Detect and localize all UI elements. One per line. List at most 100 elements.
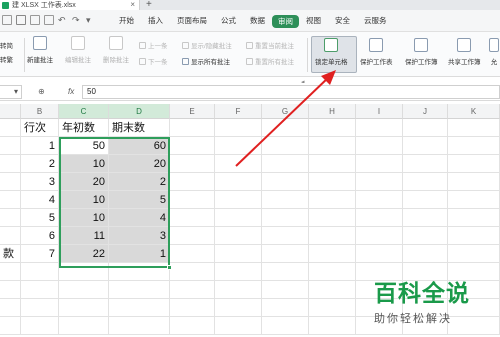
menu-tab[interactable]: 视图 bbox=[299, 10, 328, 32]
grid-cell[interactable] bbox=[448, 191, 500, 209]
column-header[interactable]: D bbox=[109, 104, 170, 119]
grid-cell[interactable]: 2 bbox=[21, 155, 59, 173]
menu-tab[interactable]: 安全 bbox=[328, 10, 357, 32]
header-cell-opening[interactable]: 年初数 bbox=[59, 119, 109, 137]
grid-cell[interactable] bbox=[170, 299, 215, 317]
grid-cell[interactable]: 10 bbox=[59, 155, 109, 173]
grid-cell[interactable]: 22 bbox=[59, 245, 109, 263]
grid-cell[interactable] bbox=[215, 263, 262, 281]
menu-tab[interactable]: 公式 bbox=[214, 10, 243, 32]
new-comment-button[interactable]: 新建批注 bbox=[27, 36, 53, 64]
name-box[interactable]: ▾ bbox=[0, 85, 22, 99]
grid-cell[interactable] bbox=[59, 317, 109, 335]
grid-cell[interactable] bbox=[262, 281, 309, 299]
grid-cell[interactable] bbox=[0, 299, 21, 317]
zoom-icon[interactable]: ⊕ bbox=[38, 86, 45, 98]
grid-cell[interactable] bbox=[309, 119, 356, 137]
grid-cell[interactable] bbox=[0, 263, 21, 281]
grid-cell[interactable] bbox=[262, 263, 309, 281]
print-icon[interactable] bbox=[30, 15, 40, 25]
grid-cell[interactable] bbox=[309, 209, 356, 227]
grid-cell[interactable]: 60 bbox=[109, 137, 170, 155]
allow-edit-ranges-button[interactable]: 允 bbox=[489, 38, 499, 66]
share-workbook-button[interactable]: 共享工作簿 bbox=[448, 38, 481, 66]
redo-icon[interactable]: ↷ bbox=[72, 15, 82, 25]
grid-cell[interactable] bbox=[356, 119, 403, 137]
grid-cell[interactable] bbox=[356, 173, 403, 191]
grid-cell[interactable]: 50 bbox=[59, 137, 109, 155]
grid-cell[interactable] bbox=[215, 119, 262, 137]
grid-cell[interactable] bbox=[309, 299, 356, 317]
grid-cell[interactable] bbox=[109, 299, 170, 317]
column-header[interactable]: J bbox=[403, 104, 448, 119]
menu-tab[interactable]: 云服务 bbox=[357, 10, 394, 32]
grid-cell[interactable] bbox=[21, 299, 59, 317]
grid-cell[interactable] bbox=[262, 119, 309, 137]
column-header[interactable]: G bbox=[262, 104, 309, 119]
grid-cell[interactable] bbox=[448, 245, 500, 263]
grid-cell[interactable] bbox=[0, 209, 21, 227]
grid-cell[interactable] bbox=[356, 209, 403, 227]
grid-cell[interactable]: 10 bbox=[59, 209, 109, 227]
edit-comment-button[interactable]: 编辑批注 bbox=[65, 36, 91, 64]
undo-icon[interactable]: ↶ bbox=[58, 15, 68, 25]
protect-workbook-button[interactable]: 保护工作簿 bbox=[405, 38, 438, 66]
grid-cell[interactable] bbox=[59, 281, 109, 299]
customize-dropdown-icon[interactable]: ▾ bbox=[86, 15, 96, 25]
grid-cell[interactable] bbox=[170, 119, 215, 137]
grid-cell[interactable] bbox=[59, 263, 109, 281]
convert-simplified-button[interactable]: 转简 bbox=[0, 40, 13, 54]
protect-sheet-button[interactable]: 保护工作表 bbox=[360, 38, 393, 66]
delete-comment-button[interactable]: 删除批注 bbox=[103, 36, 129, 64]
print-preview-icon[interactable] bbox=[44, 15, 54, 25]
grid-cell[interactable] bbox=[215, 281, 262, 299]
grid-cell[interactable]: 1 bbox=[21, 137, 59, 155]
grid-cell[interactable] bbox=[309, 173, 356, 191]
grid-cell[interactable] bbox=[170, 155, 215, 173]
grid-cell[interactable]: 20 bbox=[59, 173, 109, 191]
grid-cell[interactable] bbox=[448, 155, 500, 173]
grid-cell[interactable] bbox=[170, 245, 215, 263]
grid-cell[interactable] bbox=[309, 281, 356, 299]
grid-cell[interactable] bbox=[262, 245, 309, 263]
column-header[interactable]: H bbox=[309, 104, 356, 119]
grid-cell[interactable] bbox=[0, 137, 21, 155]
column-header[interactable]: F bbox=[215, 104, 262, 119]
grid-cell[interactable] bbox=[170, 317, 215, 335]
grid-cell[interactable] bbox=[262, 137, 309, 155]
column-header[interactable]: B bbox=[21, 104, 59, 119]
grid-cell[interactable]: 4 bbox=[21, 191, 59, 209]
grid-cell[interactable] bbox=[403, 173, 448, 191]
grid-cell[interactable] bbox=[403, 119, 448, 137]
grid-cell[interactable] bbox=[215, 191, 262, 209]
grid-cell[interactable] bbox=[0, 191, 21, 209]
grid-cell[interactable] bbox=[215, 317, 262, 335]
grid-cell[interactable] bbox=[309, 191, 356, 209]
grid-cell[interactable] bbox=[262, 317, 309, 335]
grid-cell[interactable] bbox=[309, 155, 356, 173]
menu-tab[interactable]: 审阅 bbox=[272, 14, 299, 28]
insert-function-button[interactable]: fx bbox=[68, 86, 74, 98]
fill-handle[interactable] bbox=[167, 265, 172, 270]
grid-cell[interactable] bbox=[448, 173, 500, 191]
grid-cell[interactable] bbox=[403, 209, 448, 227]
grid-cell[interactable] bbox=[309, 317, 356, 335]
reset-all-comments-button[interactable]: 重置所有批注 bbox=[246, 56, 294, 66]
convert-traditional-button[interactable]: 转繁 bbox=[0, 54, 13, 68]
grid-cell[interactable] bbox=[356, 227, 403, 245]
grid-cell[interactable] bbox=[21, 317, 59, 335]
grid-cell[interactable]: 4 bbox=[109, 209, 170, 227]
grid-cell[interactable] bbox=[262, 299, 309, 317]
document-tab[interactable]: 建 XLSX 工作表.xlsx × bbox=[0, 0, 140, 10]
grid-cell[interactable] bbox=[356, 155, 403, 173]
grid-cell[interactable]: 2 bbox=[109, 173, 170, 191]
grid-cell[interactable] bbox=[262, 155, 309, 173]
grid-cell[interactable] bbox=[21, 281, 59, 299]
grid-cell[interactable] bbox=[170, 209, 215, 227]
grid-cell[interactable] bbox=[403, 137, 448, 155]
grid-cell[interactable] bbox=[309, 245, 356, 263]
grid-cell[interactable]: 3 bbox=[109, 227, 170, 245]
grid-cell[interactable] bbox=[0, 227, 21, 245]
grid-cell[interactable]: 款 bbox=[0, 245, 21, 263]
grid-cell[interactable] bbox=[309, 227, 356, 245]
